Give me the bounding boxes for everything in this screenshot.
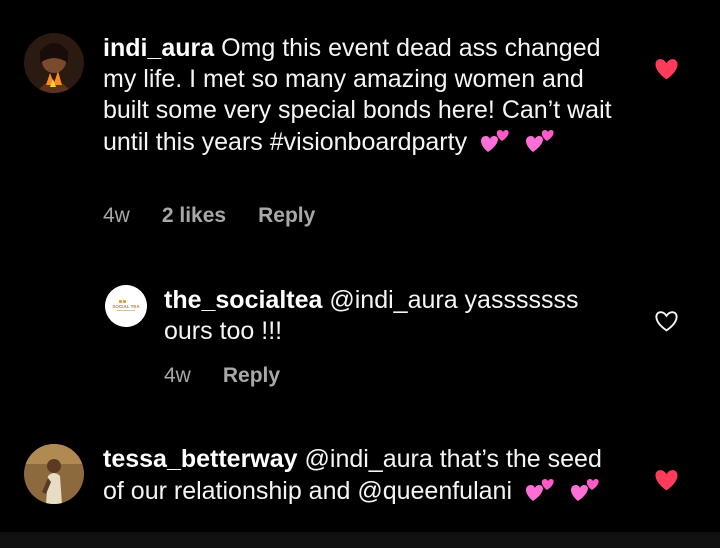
two-hearts-icon [570, 475, 602, 511]
reply-button[interactable]: Reply [258, 204, 315, 228]
comment-time: 4w [103, 204, 130, 227]
avatar[interactable] [24, 33, 84, 93]
comment-likes[interactable]: 2 likes [162, 204, 226, 228]
comment-username[interactable]: the_socialtea [164, 286, 322, 314]
two-hearts-icon [525, 475, 557, 511]
two-hearts-icon [525, 126, 557, 162]
comment-username[interactable]: indi_aura [103, 34, 214, 62]
like-heart-icon[interactable] [654, 58, 679, 85]
two-hearts-icon [480, 126, 512, 162]
comment-meta: 4w Reply [164, 364, 280, 388]
reply-button[interactable]: Reply [223, 364, 280, 388]
comment-time: 4w [164, 364, 191, 387]
avatar[interactable] [24, 444, 84, 504]
comment-username[interactable]: tessa_betterway [103, 445, 298, 473]
like-heart-icon[interactable] [654, 469, 679, 496]
comment-text: tessa_betterway @indi_aura that’s the se… [103, 444, 623, 511]
comment-text: indi_aura Omg this event dead ass change… [103, 33, 623, 162]
bottom-bar [0, 532, 720, 548]
avatar[interactable]: SOCIAL TEA [105, 285, 147, 327]
comment-text: the_socialtea @indi_aura yasssssss ours … [164, 285, 624, 347]
comment-meta: 4w 2 likes Reply [103, 204, 315, 228]
avatar-logo-text: SOCIAL TEA [112, 304, 140, 309]
like-heart-icon[interactable] [654, 310, 679, 337]
